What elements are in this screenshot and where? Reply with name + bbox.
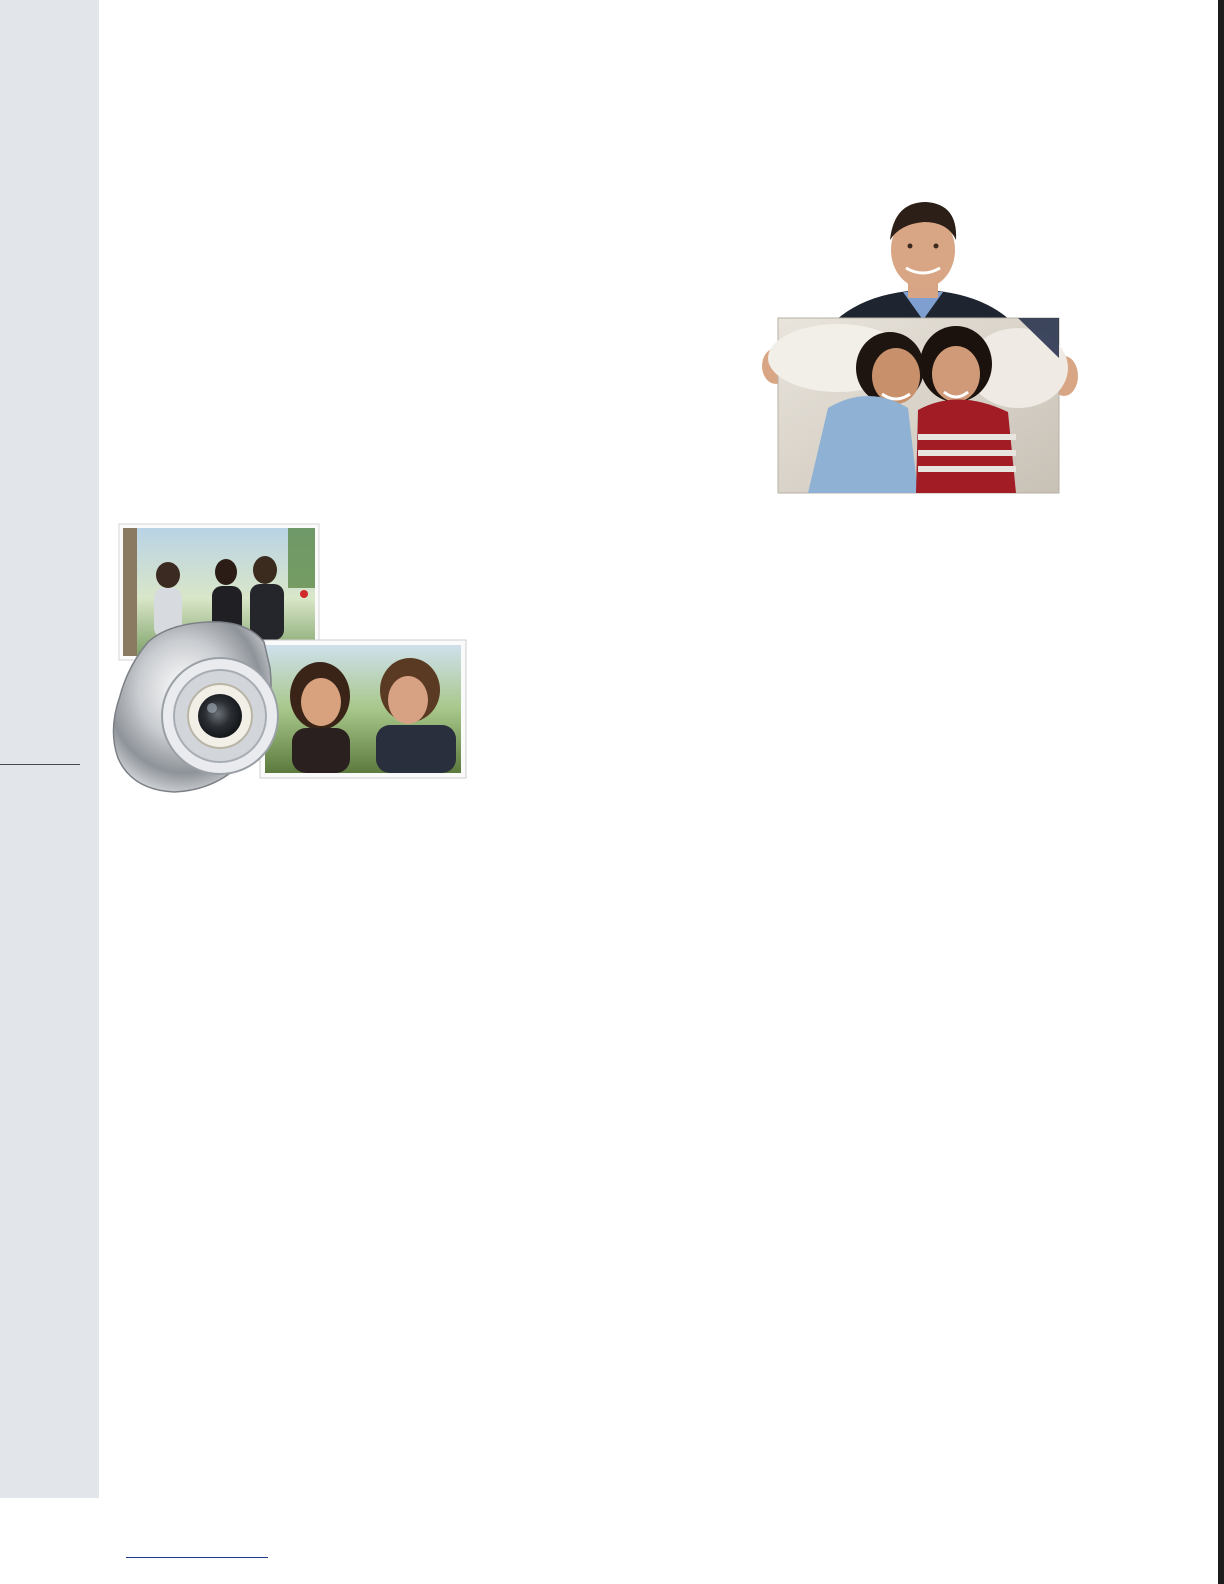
sidebar-divider — [0, 764, 80, 765]
left-sidebar-panel — [0, 0, 99, 1498]
front-photo — [259, 639, 467, 779]
man-figure — [836, 202, 1010, 328]
photo-print — [768, 317, 1068, 494]
page-edge-shadow — [1218, 0, 1224, 1584]
camera-with-photos-illustration — [108, 520, 468, 808]
man-holding-photo-print — [758, 198, 1082, 500]
footnote-separator — [126, 1557, 268, 1558]
